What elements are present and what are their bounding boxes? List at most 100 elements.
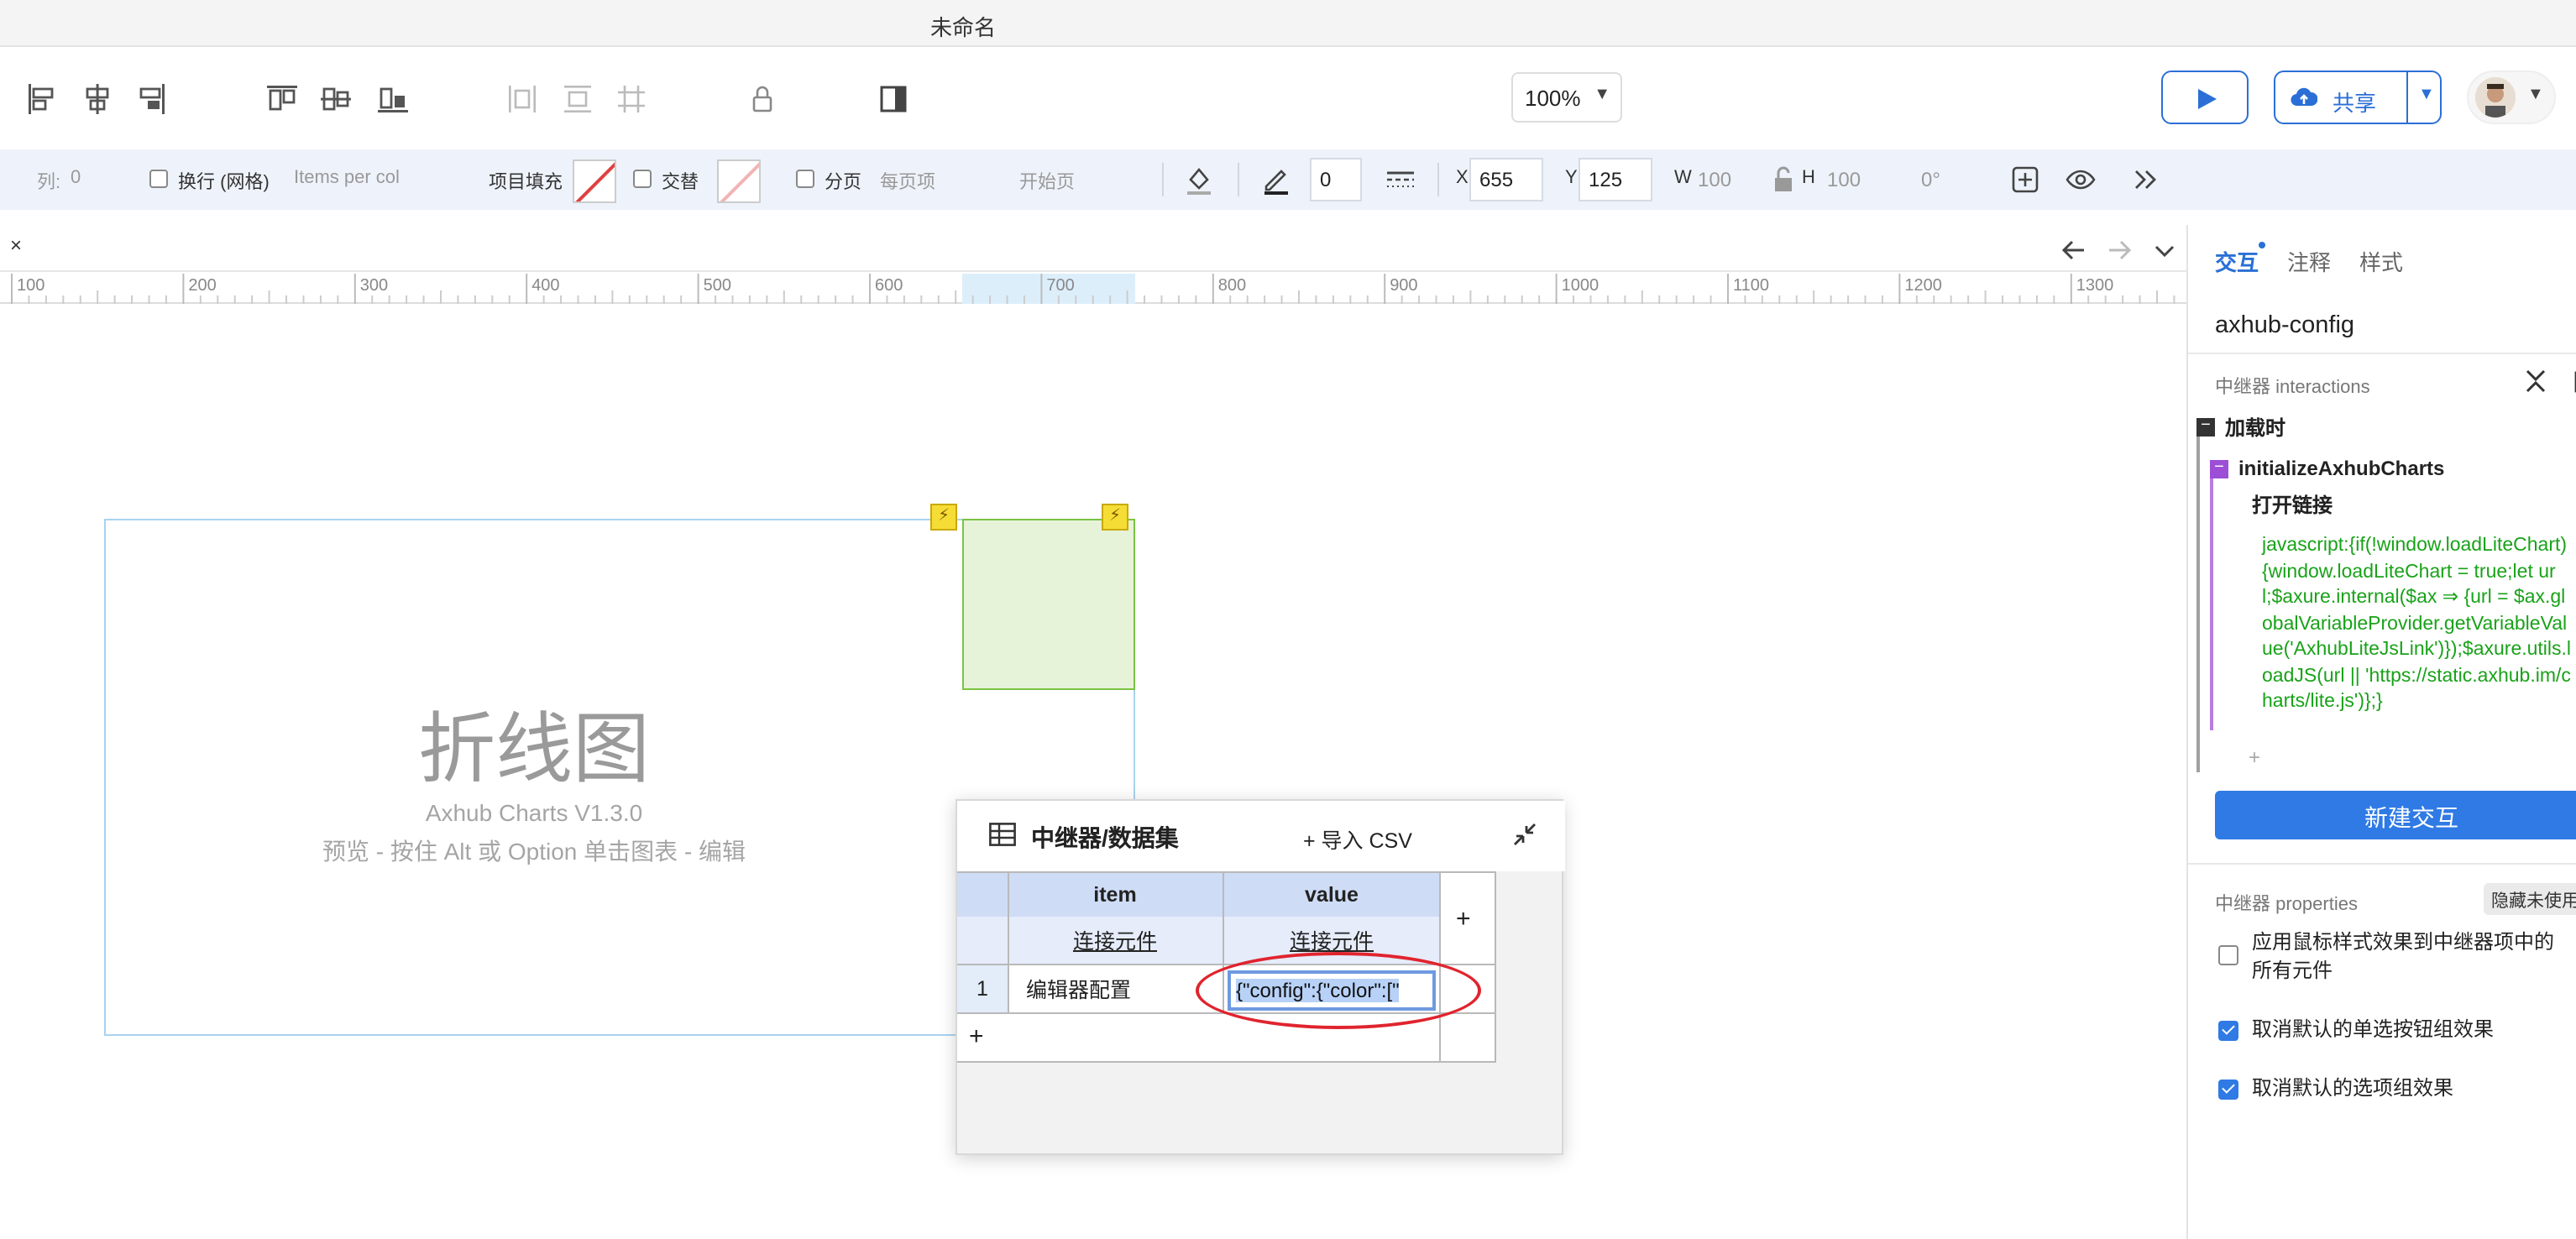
column-header-item[interactable]: item [1008, 883, 1223, 907]
tab-style[interactable]: 样式 [2359, 245, 2403, 277]
repeater-element[interactable] [962, 519, 1135, 690]
link-widget-value[interactable]: 连接元件 [1224, 923, 1439, 955]
alternate-label: 交替 [662, 173, 699, 193]
add-action-button[interactable]: + [2249, 745, 2260, 769]
action-code[interactable]: javascript:{if(!window.loadLiteChart){wi… [2262, 534, 2571, 716]
collapse-all-icon[interactable] [2524, 368, 2547, 395]
arrow-left-icon[interactable] [2057, 233, 2087, 264]
case-name[interactable]: initializeAxhubCharts [2238, 457, 2444, 480]
line-style-icon[interactable] [1384, 163, 1417, 196]
ruler-label: 400 [531, 277, 560, 295]
y-input[interactable]: 125 [1579, 158, 1652, 201]
import-csv-button[interactable]: + 导入 CSV [1303, 823, 1412, 855]
align-left-icon[interactable] [25, 82, 59, 116]
pop-out-icon[interactable] [2573, 368, 2576, 395]
column-header-value[interactable]: value [1224, 883, 1439, 907]
case-tree-line [2210, 478, 2213, 730]
more-chevrons-icon[interactable] [2129, 163, 2163, 196]
divider [1162, 163, 1164, 196]
stroke-width-input[interactable]: 0 [1310, 158, 1362, 201]
w-input[interactable]: 100 [1698, 168, 1731, 191]
element-name[interactable]: axhub-config [2215, 312, 2354, 339]
x-label: X [1456, 168, 1469, 188]
new-interaction-button[interactable]: 新建交互 [2215, 791, 2576, 839]
arrow-right-icon[interactable] [2102, 233, 2133, 264]
dialog-header: 中继器/数据集 + 导入 CSV [957, 801, 1565, 871]
option-checkbox[interactable] [2218, 1021, 2238, 1041]
ruler-label: 1200 [1904, 277, 1942, 295]
option-label: 取消默认的选项组效果 [2252, 1076, 2454, 1100]
eye-icon[interactable] [2064, 163, 2097, 196]
action-label[interactable]: 打开链接 [2252, 490, 2333, 519]
ruler-label: 900 [1390, 277, 1418, 295]
share-button[interactable]: 共享 ▼ [2274, 71, 2442, 124]
properties-header: 中继器 properties [2215, 895, 2358, 915]
divider [2188, 863, 2576, 865]
h-input[interactable]: 100 [1827, 168, 1861, 191]
per-page-input[interactable]: 每页项 [880, 168, 935, 195]
ruler-ticks [11, 274, 2175, 304]
hide-unused-button[interactable]: 隐藏未使用的 [2484, 883, 2576, 915]
grid-icon[interactable] [615, 82, 648, 116]
collapse-icon[interactable] [1511, 821, 1538, 848]
fill-bucket-icon[interactable] [1182, 163, 1216, 196]
distribute-v-icon[interactable] [561, 82, 594, 116]
collapse-event-icon[interactable]: − [2196, 417, 2215, 437]
add-box-icon[interactable] [2008, 163, 2042, 196]
x-input[interactable]: 655 [1469, 158, 1543, 201]
distribute-h-icon[interactable] [505, 82, 539, 116]
repeater-dataset-dialog: 中继器/数据集 + 导入 CSV item value 连接元件 连接元件 + … [956, 799, 1565, 1155]
option-checkbox[interactable] [2218, 945, 2238, 965]
avatar [2475, 77, 2516, 118]
align-right-icon[interactable] [134, 82, 168, 116]
ruler-label: 1300 [2076, 277, 2114, 295]
start-page-input[interactable]: 开始页 [1019, 168, 1075, 195]
option-label: 应用鼠标样式效果到中继器项中的所有元件 [2252, 930, 2555, 982]
annotation-circle [1196, 952, 1481, 1029]
chevron-down-icon[interactable]: ▼ [2418, 86, 2435, 104]
lock-icon[interactable] [746, 82, 779, 116]
ruler-label: 1000 [1561, 277, 1600, 295]
align-bottom-icon[interactable] [376, 82, 410, 116]
align-top-icon[interactable] [265, 82, 299, 116]
chevron-down-icon: ▼ [1594, 86, 1610, 104]
chevron-down-icon[interactable] [2148, 233, 2178, 264]
event-label[interactable]: 加载时 [2225, 413, 2285, 442]
tab-close-icon[interactable]: × [10, 233, 22, 257]
add-row-button[interactable]: + [969, 1022, 984, 1051]
preview-button[interactable] [2161, 71, 2249, 124]
w-label: W [1674, 168, 1692, 188]
add-column-button[interactable]: + [1456, 905, 1471, 933]
wrap-checkbox[interactable] [149, 170, 168, 188]
divider [1238, 163, 1239, 196]
user-menu[interactable]: ▼ [2467, 71, 2556, 124]
alternate-checkbox[interactable] [633, 170, 652, 188]
pen-icon[interactable] [1259, 163, 1293, 196]
collapse-case-icon[interactable]: − [2210, 459, 2228, 478]
link-widget-item[interactable]: 连接元件 [1008, 923, 1223, 955]
tab-notes[interactable]: 注释 [2287, 245, 2331, 277]
align-center-icon[interactable] [81, 82, 114, 116]
paging-checkbox[interactable] [796, 170, 814, 188]
fill-color-swatch[interactable] [573, 159, 616, 203]
aspect-lock-icon[interactable] [1767, 163, 1792, 191]
columns-input[interactable]: 0 [71, 168, 81, 188]
chevron-down-icon: ▼ [2527, 86, 2544, 104]
zoom-select[interactable]: 100% ▼ [1511, 72, 1622, 123]
divider [2188, 353, 2576, 354]
main-toolbar: 100% ▼ 共享 ▼ ▼ [0, 47, 2576, 148]
align-middle-icon[interactable] [319, 82, 353, 116]
chart-edit-hint: 预览 - 按住 Alt 或 Option 单击图表 - 编辑 [322, 838, 746, 865]
panel-toggle-icon[interactable] [877, 82, 910, 116]
chart-placeholder-title: 折线图 [418, 703, 650, 794]
fill-label: 项目填充 [489, 173, 563, 193]
share-divider [2406, 72, 2408, 123]
option-checkbox[interactable] [2218, 1080, 2238, 1100]
items-per-col-input[interactable]: Items per col [294, 168, 400, 188]
title-bar: 未命名 [0, 0, 2576, 47]
zoom-value: 100% [1525, 86, 1581, 111]
alternate-color-swatch[interactable] [717, 159, 761, 203]
rotation-input[interactable]: 0° [1921, 168, 1940, 191]
tab-interactions[interactable]: 交互 [2215, 245, 2259, 277]
item-cell[interactable]: 编辑器配置 [1026, 972, 1131, 1004]
